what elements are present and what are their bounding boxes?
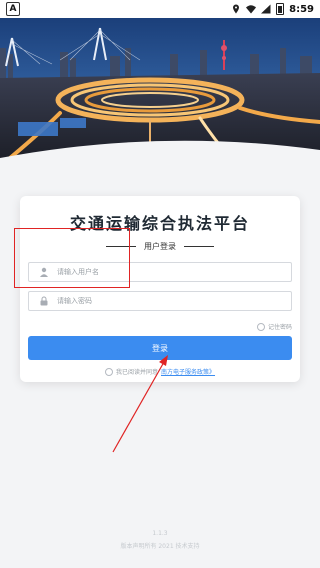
password-field[interactable] xyxy=(28,291,292,311)
status-time: 8:59 xyxy=(289,3,314,15)
location-icon xyxy=(233,4,240,14)
divider-right xyxy=(184,245,214,247)
highlight-box xyxy=(14,228,130,288)
remember-password[interactable]: 记住密码 xyxy=(256,322,292,331)
remember-label: 记住密码 xyxy=(267,324,292,331)
password-input[interactable] xyxy=(57,297,257,305)
login-subtitle: 用户登录 xyxy=(144,241,176,251)
policy-link[interactable]: 南方电子服务政策》 xyxy=(161,367,215,376)
agree-text: 我已阅读并同意 xyxy=(115,369,158,376)
agree-radio[interactable] xyxy=(104,367,113,376)
battery-icon xyxy=(276,3,285,15)
lock-icon xyxy=(37,294,51,308)
version-text: 1.1.3 xyxy=(152,530,168,537)
copyright-text: 版本声明所有 2021 技术支持 xyxy=(120,543,200,550)
signal-icon xyxy=(261,4,271,14)
app-notification-icon: A xyxy=(6,2,20,16)
login-card: 交通运输综合执法平台 用户登录 记住密码 登录 我已阅读并同意 南方电子服务政策… xyxy=(20,196,300,382)
agreement-row: 我已阅读并同意 南方电子服务政策》 xyxy=(20,367,300,376)
status-bar: A 8:59 xyxy=(0,0,320,18)
hero-banner-image xyxy=(0,18,320,168)
wifi-icon xyxy=(246,5,257,14)
login-button[interactable]: 登录 xyxy=(28,336,292,360)
remember-radio[interactable] xyxy=(256,322,265,331)
